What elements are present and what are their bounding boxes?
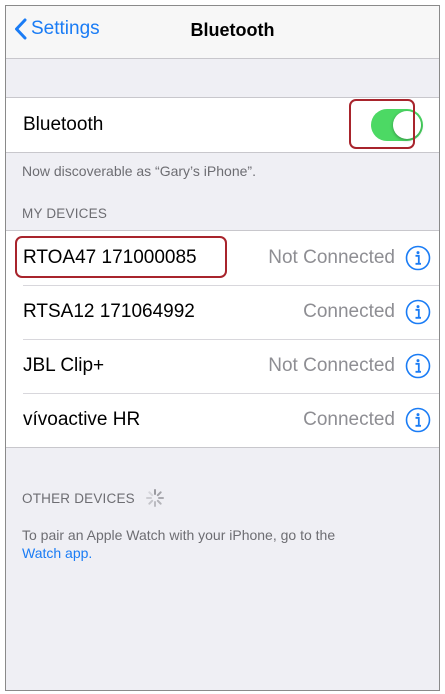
info-icon[interactable] bbox=[405, 299, 431, 325]
bluetooth-toggle[interactable] bbox=[371, 109, 423, 141]
device-status: Not Connected bbox=[268, 355, 395, 376]
other-devices-header: OTHER DEVICES bbox=[22, 488, 165, 508]
bluetooth-row: Bluetooth bbox=[6, 98, 439, 152]
discoverable-note: Now discoverable as “Gary’s iPhone”. bbox=[22, 163, 256, 179]
my-devices-list: RTOA47 171000085 Not Connected RTSA12 17… bbox=[6, 230, 439, 448]
watch-app-link[interactable]: Watch app. bbox=[22, 545, 92, 561]
device-name: RTSA12 171064992 bbox=[23, 301, 195, 322]
toggle-knob bbox=[393, 111, 421, 139]
settings-screen: Settings Bluetooth Bluetooth Now discove… bbox=[5, 5, 440, 691]
device-row[interactable]: RTSA12 171064992 Connected bbox=[6, 285, 439, 339]
my-devices-header: MY DEVICES bbox=[22, 206, 108, 221]
info-icon[interactable] bbox=[405, 353, 431, 379]
device-status: Connected bbox=[303, 301, 395, 322]
device-row[interactable]: JBL Clip+ Not Connected bbox=[6, 339, 439, 393]
page-title: Bluetooth bbox=[190, 20, 275, 40]
device-row[interactable]: RTOA47 171000085 Not Connected bbox=[6, 231, 439, 285]
bluetooth-group: Bluetooth bbox=[6, 97, 439, 153]
loading-spinner-icon bbox=[145, 489, 164, 507]
device-name: JBL Clip+ bbox=[23, 355, 105, 376]
navigation-bar: Settings Bluetooth bbox=[6, 6, 439, 59]
pair-watch-note: To pair an Apple Watch with your iPhone,… bbox=[22, 526, 419, 562]
device-name: vívoactive HR bbox=[23, 409, 141, 430]
other-devices-label: OTHER DEVICES bbox=[22, 490, 135, 506]
info-icon[interactable] bbox=[405, 245, 431, 271]
device-name: RTOA47 171000085 bbox=[23, 247, 197, 268]
info-icon[interactable] bbox=[405, 407, 431, 433]
device-row[interactable]: vívoactive HR Connected bbox=[6, 393, 439, 447]
device-status: Not Connected bbox=[268, 247, 395, 268]
device-status: Connected bbox=[303, 409, 395, 430]
pair-watch-text: To pair an Apple Watch with your iPhone,… bbox=[22, 527, 336, 543]
